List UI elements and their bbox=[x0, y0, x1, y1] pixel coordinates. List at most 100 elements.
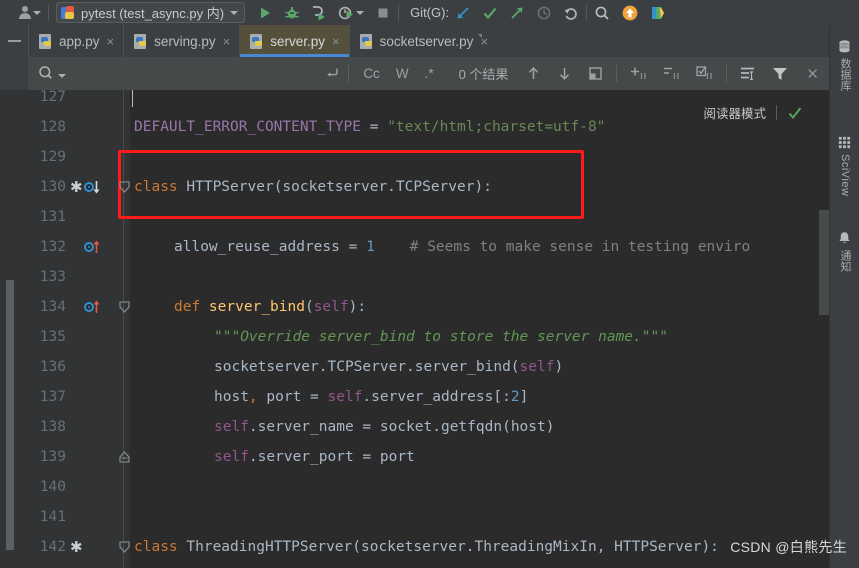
git-history-icon[interactable] bbox=[536, 5, 552, 21]
git-commit-check-icon[interactable] bbox=[482, 5, 498, 21]
line-number: 142 bbox=[39, 539, 66, 555]
line-number: 128 bbox=[39, 119, 66, 135]
code-line[interactable]: class HTTPServer(socketserver.TCPServer)… bbox=[134, 172, 492, 202]
run-icon[interactable] bbox=[257, 5, 273, 21]
words-toggle[interactable]: W bbox=[389, 63, 416, 84]
search-everywhere-icon[interactable] bbox=[594, 5, 610, 21]
tab-serving-py[interactable]: serving.py × bbox=[124, 25, 257, 57]
gutter-marks[interactable] bbox=[70, 232, 128, 262]
code-token: self bbox=[313, 299, 349, 315]
collapse-all-button[interactable] bbox=[0, 25, 28, 57]
code-line[interactable]: self.server_name = socket.getfqdn(host) bbox=[214, 412, 554, 442]
line-number: 143 bbox=[20, 562, 66, 568]
select-in-editor-button[interactable] bbox=[580, 63, 611, 84]
match-case-toggle[interactable]: Cc bbox=[356, 63, 387, 84]
right-tool-sidebar: 数据库 SciView 通知 bbox=[829, 25, 859, 568]
tab-app-py[interactable]: app.py × bbox=[29, 25, 161, 57]
fold-expanded-icon[interactable] bbox=[118, 292, 130, 322]
find-prev-button[interactable] bbox=[518, 63, 549, 84]
profiler-icon[interactable] bbox=[338, 5, 354, 21]
sidebar-item-database[interactable]: 数据库 bbox=[830, 39, 859, 91]
chevron-down-icon bbox=[230, 10, 239, 15]
search-history-caret-icon[interactable] bbox=[58, 74, 66, 78]
filter-button[interactable] bbox=[764, 63, 796, 84]
code-line[interactable]: daemon_threads = True bbox=[174, 562, 357, 568]
code-line[interactable]: """Override server_bind to store the ser… bbox=[214, 322, 668, 352]
datalore-icon[interactable] bbox=[650, 5, 666, 21]
overriding-method-icon[interactable] bbox=[84, 239, 100, 255]
code-token: host bbox=[214, 389, 249, 405]
git-update-icon[interactable] bbox=[455, 5, 471, 21]
find-next-button[interactable] bbox=[549, 63, 580, 84]
tab-label: server.py bbox=[270, 33, 326, 49]
sidebar-item-sciview[interactable]: SciView bbox=[830, 135, 859, 196]
multiline-toggle-icon[interactable] bbox=[324, 65, 341, 82]
profiler-chevron-icon[interactable] bbox=[356, 10, 365, 15]
tab-close-icon[interactable]: × bbox=[106, 35, 116, 48]
add-occurrence-button[interactable] bbox=[622, 63, 655, 84]
editor-left-scrollbar[interactable] bbox=[0, 90, 20, 568]
scrollbar-thumb[interactable] bbox=[6, 280, 14, 550]
code-editor[interactable]: 127 128 129 130 ✱ 131 132 133 134 135 136 137 138 1… bbox=[0, 90, 859, 568]
regex-toggle[interactable]: .* bbox=[418, 63, 441, 84]
code-token: .server_name = socket.getfqdn(host) bbox=[248, 419, 555, 435]
fold-end-icon[interactable] bbox=[118, 442, 130, 472]
overriding-method-icon[interactable] bbox=[84, 299, 100, 315]
modified-marker-icon: ✱ bbox=[70, 178, 83, 196]
code-token: allow_reuse_address bbox=[174, 239, 340, 255]
fold-expanded-icon[interactable] bbox=[118, 532, 130, 562]
fold-end-icon[interactable] bbox=[118, 562, 130, 568]
add-occurrence-icon bbox=[631, 67, 647, 79]
code-token: self bbox=[519, 359, 555, 375]
update-available-icon[interactable] bbox=[622, 5, 638, 21]
line-number: 141 bbox=[39, 509, 66, 525]
results-count: 0 个结果 bbox=[458, 67, 509, 82]
select-all-occurrences-button[interactable] bbox=[688, 63, 721, 84]
text-caret bbox=[132, 90, 133, 107]
line-number: 139 bbox=[39, 449, 66, 465]
run-with-coverage-icon[interactable] bbox=[311, 5, 327, 21]
editor-tab-bar: app.py × serving.py × server.py × socket… bbox=[0, 25, 859, 57]
reader-mode-indicator[interactable]: 阅读器模式 bbox=[703, 103, 803, 122]
code-token: server_bind bbox=[208, 299, 305, 315]
close-find-button[interactable]: ✕ bbox=[796, 65, 831, 83]
code-line[interactable]: host, port = self.server_address[:2] bbox=[214, 382, 528, 412]
code-line[interactable]: allow_reuse_address = 1 # Seems to make … bbox=[174, 232, 750, 262]
search-input[interactable] bbox=[28, 57, 324, 90]
code-line[interactable]: def server_bind(self): bbox=[174, 292, 366, 322]
code-token: .server_address[: bbox=[362, 389, 511, 405]
debug-icon[interactable] bbox=[284, 5, 300, 21]
code-line[interactable]: DEFAULT_ERROR_CONTENT_TYPE = "text/html;… bbox=[134, 112, 605, 142]
sidebar-label-notifications: 通知 bbox=[839, 250, 851, 272]
user-avatar-button[interactable] bbox=[18, 6, 41, 19]
overridden-method-icon[interactable] bbox=[84, 179, 100, 195]
run-configuration-selector[interactable]: pytest (test_async.py 内) bbox=[56, 2, 246, 23]
git-menu-label[interactable]: Git(G): bbox=[410, 5, 449, 20]
tab-server-py[interactable]: server.py × bbox=[240, 25, 373, 57]
code-token: .server_port = port bbox=[248, 449, 415, 465]
fold-expanded-icon[interactable] bbox=[118, 172, 130, 202]
tab-socketserver-py[interactable]: socketserver.py × bbox=[349, 25, 498, 57]
arrow-down-icon bbox=[560, 68, 570, 80]
code-token: ): bbox=[348, 299, 367, 315]
code-line[interactable]: socketserver.TCPServer.server_bind(self) bbox=[214, 352, 563, 382]
code-line[interactable]: self.server_port = port bbox=[214, 442, 415, 472]
git-rollback-icon[interactable] bbox=[563, 5, 579, 21]
tab-close-icon[interactable]: × bbox=[222, 35, 232, 48]
code-line[interactable]: class ThreadingHTTPServer(socketserver.T… bbox=[134, 532, 719, 562]
inspection-ok-check-icon[interactable] bbox=[787, 105, 803, 121]
tab-close-icon[interactable]: × bbox=[331, 35, 341, 48]
remove-occurrence-button[interactable] bbox=[655, 63, 688, 84]
sidebar-label-database: 数据库 bbox=[839, 58, 851, 91]
editor-gutter[interactable]: 127 128 129 130 ✱ 131 132 133 134 135 136 137 138 1… bbox=[20, 90, 130, 568]
git-push-icon[interactable] bbox=[509, 5, 525, 21]
sidebar-item-notifications[interactable]: 通知 bbox=[830, 230, 859, 272]
line-number: 127 bbox=[39, 90, 66, 105]
code-content[interactable]: 阅读器模式 DEFAULT_ERROR_CONTENT_TYPE = "text… bbox=[130, 90, 859, 568]
find-in-list-button[interactable] bbox=[732, 63, 764, 84]
code-token: class bbox=[134, 179, 187, 195]
stop-icon[interactable] bbox=[375, 5, 391, 21]
code-token: self bbox=[214, 419, 249, 435]
pytest-config-icon bbox=[61, 5, 75, 20]
